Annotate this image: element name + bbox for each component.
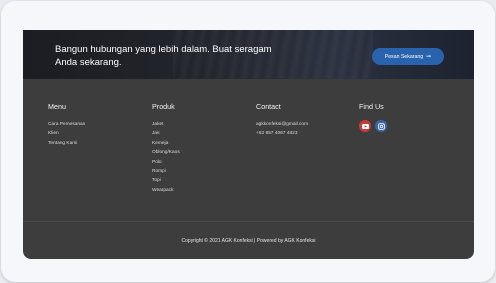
instagram-icon[interactable]	[375, 120, 387, 132]
cta-banner: Bangun hubungan yang lebih dalam. Buat s…	[23, 30, 474, 79]
produk-link-oblong-kaos[interactable]: Oblong/Kaos	[152, 148, 180, 157]
produk-link-kemeja[interactable]: Kemeja	[152, 139, 180, 148]
produk-link-jas[interactable]: Jas	[152, 129, 180, 138]
menu-link-cara-pemesanan[interactable]: Cara Pemesanan	[48, 120, 85, 129]
menu-link-klien[interactable]: Klien	[48, 129, 85, 138]
footer-divider	[23, 221, 474, 222]
youtube-icon[interactable]	[359, 120, 371, 132]
cta-text: Bangun hubungan yang lebih dalam. Buat s…	[55, 44, 272, 68]
footer-findus-column: Find Us	[359, 102, 387, 132]
footer-menu-column: Menu Cara Pemesanan Klien Tentang Kami	[48, 102, 85, 148]
findus-heading: Find Us	[359, 102, 384, 111]
social-links	[359, 120, 387, 132]
menu-heading: Menu	[48, 102, 66, 111]
produk-heading: Produk	[152, 102, 175, 111]
menu-link-tentang-kami[interactable]: Tentang Kami	[48, 139, 85, 148]
footer-produk-column: Produk Jaket Jas Kemeja Oblong/Kaos Polo…	[152, 102, 180, 195]
website-footer: Bangun hubungan yang lebih dalam. Buat s…	[23, 30, 474, 259]
contact-heading: Contact	[256, 102, 281, 111]
copyright-text: Copyright © 2021 AGK Konfeksi | Powered …	[181, 238, 316, 244]
footer-contact-column: Contact agkkonfeksi@gmail.com +62 857 40…	[256, 102, 308, 139]
order-now-label: Pesan Sekarang	[384, 53, 424, 60]
arrow-right-icon: ➞	[426, 54, 432, 60]
contact-phone[interactable]: +62 857 4067 4823	[256, 129, 308, 138]
produk-link-jaket[interactable]: Jaket	[152, 120, 180, 129]
produk-link-polo[interactable]: Polo	[152, 158, 180, 167]
order-now-button[interactable]: Pesan Sekarang ➞	[372, 48, 444, 65]
produk-link-rompi[interactable]: Rompi	[152, 167, 180, 176]
produk-link-topi[interactable]: Topi	[152, 176, 180, 185]
device-frame: Bangun hubungan yang lebih dalam. Buat s…	[1, 1, 495, 282]
produk-link-wearpack[interactable]: Wearpack	[152, 186, 180, 195]
contact-email[interactable]: agkkonfeksi@gmail.com	[256, 120, 308, 129]
